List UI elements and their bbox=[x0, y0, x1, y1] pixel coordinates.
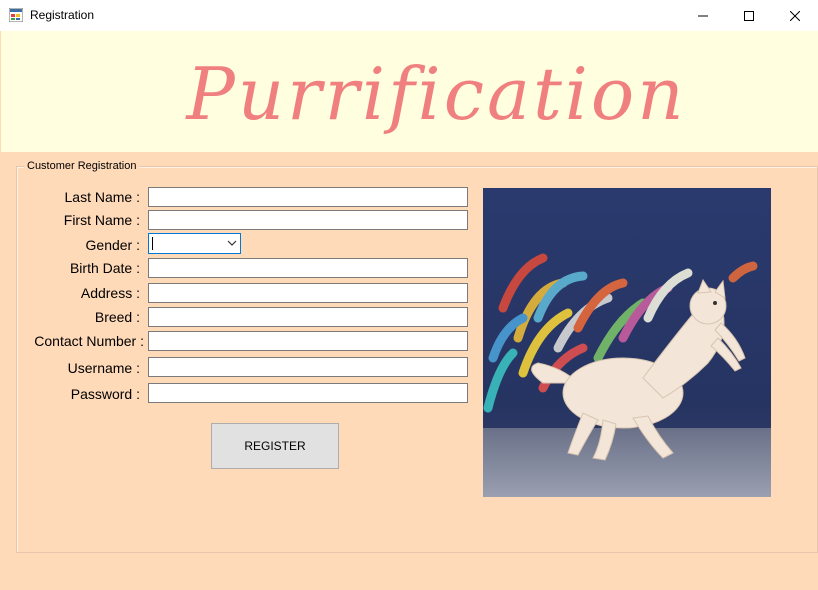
minimize-button[interactable] bbox=[680, 0, 726, 31]
birth-date-label: Birth Date : bbox=[69, 260, 140, 276]
password-input[interactable] bbox=[148, 383, 468, 403]
group-label: Customer Registration bbox=[24, 160, 140, 172]
username-input[interactable] bbox=[148, 357, 468, 377]
first-name-label: First Name : bbox=[63, 212, 140, 228]
username-label: Username : bbox=[67, 360, 140, 376]
banner: Purrification bbox=[1, 31, 818, 152]
app-icon bbox=[9, 8, 23, 22]
breed-label: Breed : bbox=[94, 309, 140, 325]
minimize-icon bbox=[698, 15, 708, 16]
gender-label: Gender : bbox=[85, 237, 140, 253]
password-label: Password : bbox=[70, 386, 140, 402]
gender-dropdown[interactable] bbox=[148, 233, 241, 254]
last-name-input[interactable] bbox=[148, 187, 468, 207]
cat-painting-image bbox=[483, 188, 771, 497]
last-name-label: Last Name : bbox=[64, 189, 140, 205]
window-title: Registration bbox=[30, 8, 95, 22]
chevron-down-icon bbox=[227, 240, 237, 246]
close-button[interactable] bbox=[772, 0, 818, 31]
register-button[interactable]: REGISTER bbox=[211, 423, 339, 469]
title-bar: Registration bbox=[0, 0, 818, 31]
banner-title: Purrification bbox=[186, 52, 687, 136]
cat-photo bbox=[483, 188, 771, 497]
first-name-input[interactable] bbox=[148, 210, 468, 230]
breed-input[interactable] bbox=[148, 307, 468, 327]
text-caret bbox=[152, 237, 153, 250]
contact-number-label: Contact Number : bbox=[34, 333, 144, 349]
birth-date-input[interactable] bbox=[148, 258, 468, 278]
maximize-button[interactable] bbox=[726, 0, 772, 31]
maximize-icon bbox=[744, 10, 754, 21]
close-icon bbox=[790, 10, 800, 21]
contact-number-input[interactable] bbox=[148, 331, 468, 351]
address-input[interactable] bbox=[148, 283, 468, 303]
address-label: Address : bbox=[80, 285, 140, 301]
